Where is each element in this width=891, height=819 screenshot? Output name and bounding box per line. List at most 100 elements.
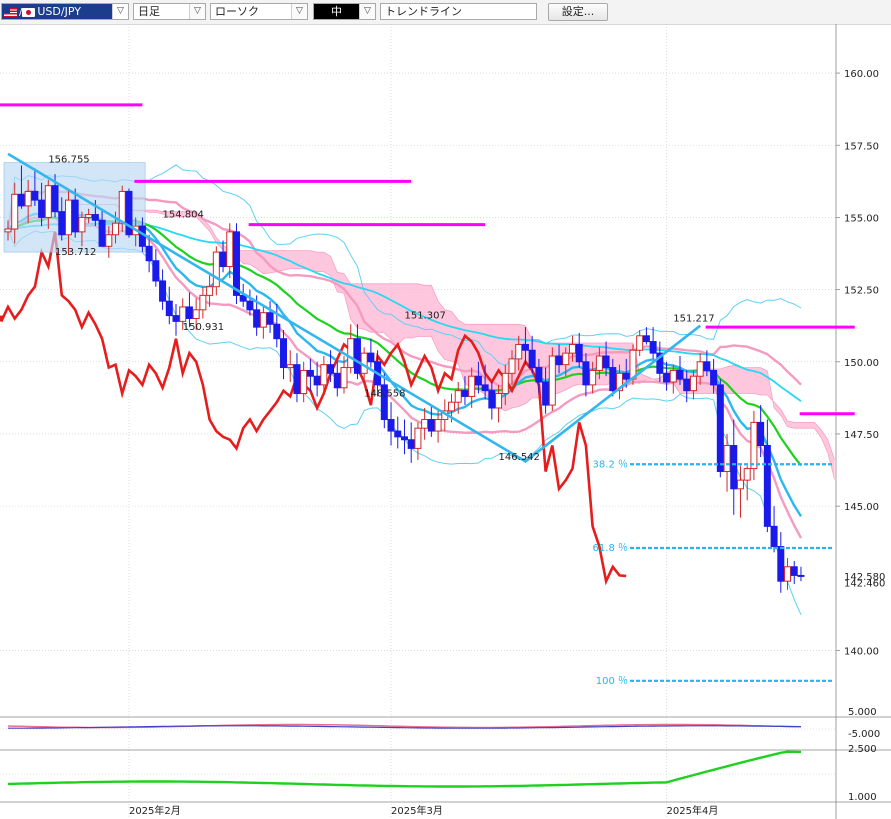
candle-bearish [327, 364, 335, 374]
candle-size-select[interactable]: 中 ▽ [313, 3, 376, 20]
current-price-label: 142.460 [844, 578, 885, 589]
candle-bullish [589, 369, 597, 386]
candle-bullish [743, 468, 751, 481]
candle-bullish [105, 234, 113, 247]
chart-style-select[interactable]: ローソク ▽ [210, 3, 308, 20]
candle-bearish [400, 436, 408, 441]
candle-bullish [669, 369, 677, 383]
candle-bearish [575, 343, 583, 363]
candle-bearish [91, 214, 99, 221]
candle-bearish [427, 419, 435, 432]
candle-bearish [683, 378, 691, 392]
candle-bearish [407, 439, 415, 449]
candle-bearish [58, 211, 66, 236]
indicator-panel: 2.500 1.000 [0, 744, 891, 803]
candle-bullish [226, 231, 234, 268]
candle-bearish [232, 231, 240, 296]
candle-bearish [367, 352, 375, 363]
candle-bullish [44, 185, 52, 218]
candle-bullish [347, 338, 355, 369]
candle-bullish [736, 479, 744, 490]
candle-bullish [11, 193, 19, 230]
price-annotation: 148.558 [364, 388, 405, 399]
candle-bullish [515, 343, 523, 360]
candle-bearish [488, 390, 496, 409]
candle-bullish [595, 355, 603, 371]
chevron-down-icon[interactable]: ▽ [112, 4, 128, 19]
oscillator-tick-label: 5.000 [848, 707, 877, 718]
chart-toolbar: / USD/JPY ▽ 日足 ▽ ローソク ▽ 中 ▽ トレンドライン 設定... [0, 0, 891, 25]
candle-bearish [185, 306, 193, 319]
price-tick-label: 160.00 [844, 69, 879, 80]
usdjpy-daily-chart[interactable]: 38.2 ％ 61.8 ％ 100 ％ 156.755 153.712 154.804 1… [0, 24, 891, 819]
candle-bearish [770, 525, 778, 548]
candle-bullish [468, 375, 476, 397]
candle-bearish [528, 349, 536, 369]
oscillator-tick-label: -5.000 [848, 729, 880, 740]
candle-bullish [78, 216, 86, 233]
chevron-down-icon[interactable]: ▽ [359, 4, 375, 19]
candle-bullish [286, 364, 294, 369]
candle-bearish [17, 193, 25, 207]
candle-bullish [448, 401, 456, 412]
candle-bullish [259, 312, 267, 328]
price-tick-label: 155.00 [844, 213, 879, 224]
candle-bearish [481, 384, 489, 392]
candle-bearish [582, 361, 590, 386]
chart-style-label: ローソク [215, 5, 259, 18]
candle-bearish [703, 361, 711, 371]
month-tick-label: 2025年2月 [129, 804, 181, 817]
candle-bullish [696, 361, 704, 377]
candle-bearish [790, 566, 798, 576]
settings-button[interactable]: 設定... [548, 3, 608, 21]
timeframe-select[interactable]: 日足 ▽ [133, 3, 206, 20]
candle-bearish [159, 280, 167, 302]
candle-bearish [649, 341, 657, 354]
candle-bearish [663, 372, 671, 383]
time-axis: 2025年2月 2025年3月 2025年4月 [0, 801, 891, 817]
candle-bullish [421, 419, 429, 429]
candle-bullish [636, 335, 644, 351]
candle-bearish [777, 546, 785, 582]
candle-bearish [676, 369, 684, 380]
candle-bearish [152, 260, 160, 282]
candle-bearish [555, 355, 563, 366]
candle-bearish [165, 300, 173, 317]
month-tick-label: 2025年4月 [667, 804, 719, 817]
price-tick-label: 157.50 [844, 141, 879, 152]
candle-size-label: 中 [314, 4, 359, 19]
candle-bullish [784, 566, 792, 582]
drawing-tool-select[interactable]: トレンドライン [380, 3, 537, 20]
candle-bearish [521, 343, 529, 351]
candle-bullish [454, 390, 462, 403]
candle-bullish [64, 199, 72, 236]
candle-bullish [300, 369, 308, 395]
price-annotation: 150.931 [183, 322, 224, 333]
candle-bullish [434, 419, 442, 432]
candle-bearish [313, 375, 321, 386]
indicator-tick-label: 2.500 [848, 744, 877, 755]
candle-bearish [333, 372, 341, 389]
candle-bullish [548, 355, 556, 406]
candle-bearish [246, 300, 254, 311]
fib-level-label: 61.8 ％ [593, 543, 628, 554]
currency-pair-select[interactable]: / USD/JPY ▽ [1, 3, 129, 20]
us-flag-icon [4, 7, 17, 17]
candle-bullish [689, 375, 697, 392]
chevron-down-icon[interactable]: ▽ [291, 4, 307, 19]
candle-bearish [38, 199, 46, 218]
candle-bearish [273, 323, 281, 340]
candle-bullish [750, 421, 758, 470]
price-tick-label: 145.00 [844, 502, 879, 513]
candle-bearish [172, 315, 180, 322]
candle-bearish [622, 372, 630, 380]
candle-bearish [51, 185, 59, 213]
candle-bearish [542, 381, 550, 406]
candle-bearish [535, 367, 543, 383]
price-annotation: 156.755 [48, 154, 89, 165]
chevron-down-icon[interactable]: ▽ [189, 4, 205, 19]
lagging-span [0, 231, 627, 586]
price-tick-label: 147.50 [844, 430, 879, 441]
candle-bullish [212, 251, 220, 288]
candle-bullish [85, 214, 93, 218]
